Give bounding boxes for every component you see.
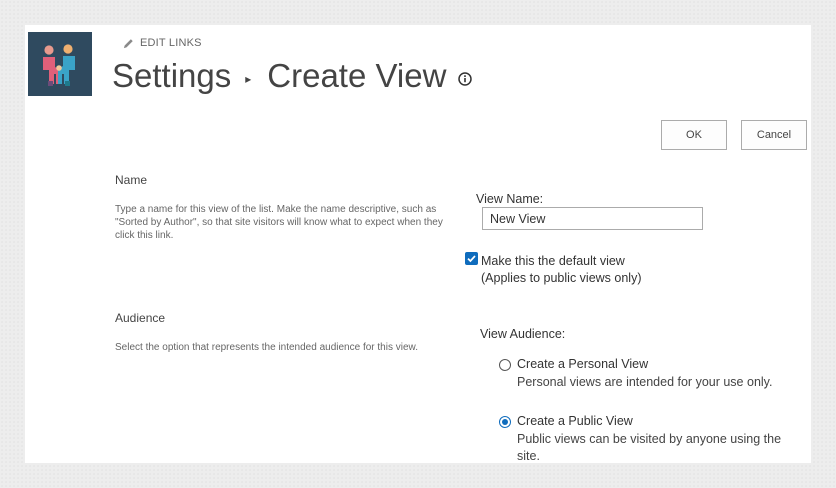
default-view-label[interactable]: Make this the default view bbox=[481, 254, 625, 268]
people-handshake-logo-icon bbox=[43, 44, 75, 86]
personal-view-option-description: Personal views are intended for your use… bbox=[517, 375, 773, 389]
checkmark-icon bbox=[467, 255, 476, 263]
audience-section-heading: Audience bbox=[115, 311, 166, 325]
page-title: Settings ▸ Create View bbox=[112, 57, 473, 95]
settings-panel: EDIT LINKS Settings ▸ Create View OK Can… bbox=[25, 25, 811, 463]
name-section-description: Type a name for this view of the list. M… bbox=[115, 204, 443, 241]
view-name-input[interactable] bbox=[482, 207, 703, 230]
ok-button[interactable]: OK bbox=[661, 120, 727, 150]
audience-section-description: Select the option that represents the in… bbox=[115, 342, 418, 353]
default-view-checkbox[interactable] bbox=[465, 252, 478, 265]
site-logo[interactable] bbox=[28, 32, 92, 96]
personal-view-option-title[interactable]: Create a Personal View bbox=[517, 357, 648, 371]
cancel-button[interactable]: Cancel bbox=[741, 120, 807, 150]
edit-links-label: EDIT LINKS bbox=[140, 37, 202, 49]
edit-links-link[interactable]: EDIT LINKS bbox=[123, 37, 202, 49]
public-view-option-description: Public views can be visited by anyone us… bbox=[517, 432, 782, 463]
personal-view-radio[interactable] bbox=[499, 359, 511, 371]
view-name-label: View Name: bbox=[476, 192, 544, 206]
breadcrumb-settings[interactable]: Settings bbox=[112, 57, 231, 95]
view-audience-label: View Audience: bbox=[480, 327, 566, 341]
default-view-note: (Applies to public views only) bbox=[481, 271, 642, 285]
info-icon[interactable] bbox=[458, 72, 473, 86]
public-view-radio[interactable] bbox=[499, 416, 511, 428]
breadcrumb-separator-icon: ▸ bbox=[245, 72, 252, 86]
pencil-icon bbox=[123, 38, 133, 48]
breadcrumb-current: Create View bbox=[267, 57, 447, 94]
public-view-option-title[interactable]: Create a Public View bbox=[517, 414, 633, 428]
name-section-heading: Name bbox=[115, 173, 148, 187]
